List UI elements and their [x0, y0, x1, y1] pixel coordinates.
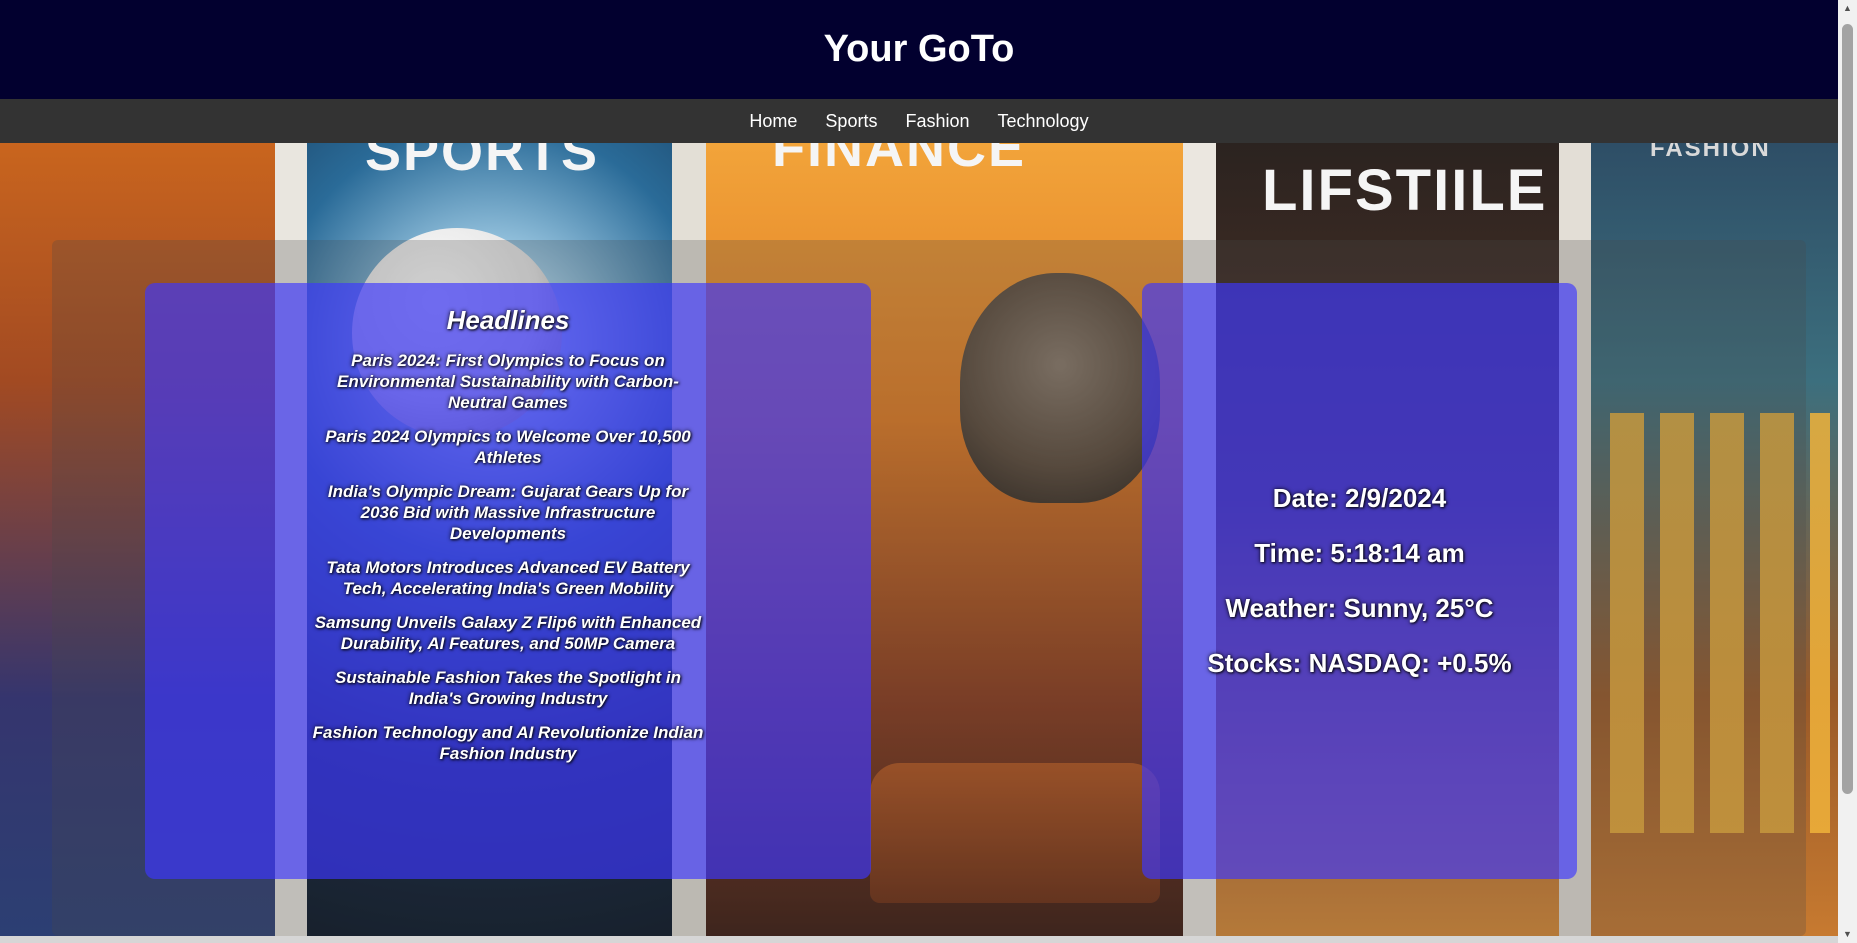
headline-item[interactable]: Sustainable Fashion Takes the Spotlight …: [310, 667, 706, 709]
info-panel: Date: 2/9/2024 Time: 5:18:14 am Weather:…: [1142, 283, 1577, 879]
nav-bar: Home Sports Fashion Technology: [0, 99, 1838, 143]
headline-item[interactable]: Tata Motors Introduces Advanced EV Batte…: [310, 557, 706, 599]
weather-display: Weather: Sunny, 25°C: [1225, 593, 1494, 623]
vertical-scrollbar[interactable]: ▲ ▼: [1838, 0, 1857, 943]
scrollbar-thumb[interactable]: [1842, 24, 1853, 794]
stocks-display: Stocks: NASDAQ: +0.5%: [1207, 648, 1512, 678]
poster-word-lifestyle: LIFSTIILE: [1262, 158, 1548, 223]
headlines-panel: Headlines Paris 2024: First Olympics to …: [145, 283, 871, 879]
scroll-up-icon[interactable]: ▲: [1838, 0, 1857, 17]
nav-link-technology[interactable]: Technology: [998, 111, 1089, 132]
nav-link-fashion[interactable]: Fashion: [905, 111, 969, 132]
headline-item[interactable]: Fashion Technology and AI Revolutionize …: [310, 722, 706, 764]
headlines-title: Headlines: [446, 305, 570, 335]
scroll-down-icon[interactable]: ▼: [1838, 926, 1857, 943]
site-title: Your GoTo: [823, 28, 1015, 70]
time-display: Time: 5:18:14 am: [1254, 538, 1465, 568]
site-header: Your GoTo: [0, 0, 1838, 99]
headline-item[interactable]: India's Olympic Dream: Gujarat Gears Up …: [310, 481, 706, 544]
page-bottom-edge: [0, 936, 1838, 943]
date-display: Date: 2/9/2024: [1272, 483, 1447, 513]
headline-item[interactable]: Paris 2024 Olympics to Welcome Over 10,5…: [310, 426, 706, 468]
poster-word-finance: FINANCE: [772, 143, 1026, 178]
nav-link-sports[interactable]: Sports: [825, 111, 877, 132]
headline-item[interactable]: Paris 2024: First Olympics to Focus on E…: [310, 350, 706, 413]
headline-item[interactable]: Samsung Unveils Galaxy Z Flip6 with Enha…: [310, 612, 706, 654]
poster-word-fashion: FASHION: [1650, 143, 1771, 162]
nav-link-home[interactable]: Home: [749, 111, 797, 132]
poster-word-sports: SPORTS: [365, 143, 600, 182]
